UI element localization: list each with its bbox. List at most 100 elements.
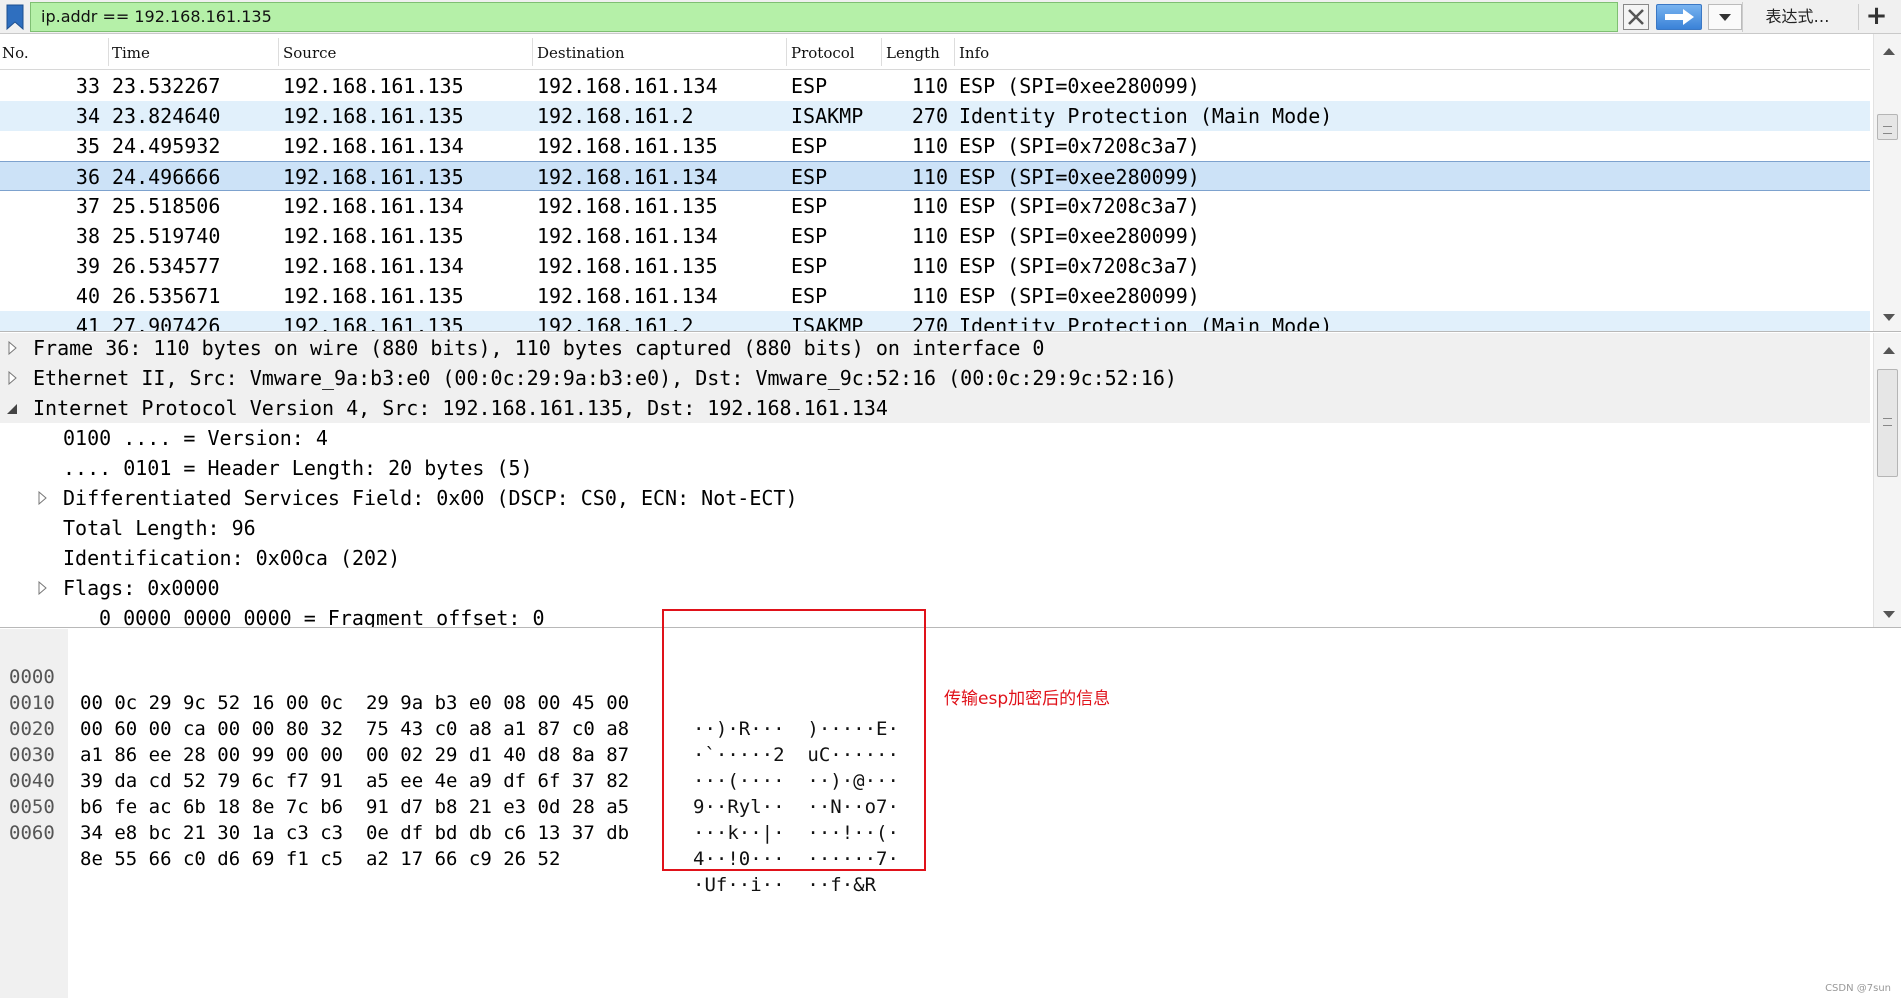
packet-row[interactable]: 38 25.519740 192.168.161.135 192.168.161…: [0, 221, 1870, 251]
ascii-bytes[interactable]: ·Uf··i·· ··f·&R: [693, 872, 876, 898]
scrollbar-thumb[interactable]: [1877, 114, 1898, 140]
packet-no: 41: [75, 314, 100, 332]
hex-bytes[interactable]: 00 0c 29 9c 52 16 00 0c 29 9a b3 e0 08 0…: [80, 690, 629, 716]
collapse-arrow-icon[interactable]: [6, 403, 17, 417]
annotation-highlight-box: [662, 609, 926, 871]
bytes-row[interactable]: 0020 a1 86 ee 28 00 99 00 00 00 02 29 d1…: [0, 690, 899, 792]
bytes-row[interactable]: 0060 8e 55 66 c0 d6 69 f1 c5 a2 17 66 c9…: [0, 794, 876, 896]
add-filter-button[interactable]: +: [1858, 3, 1894, 30]
packet-no: 39: [75, 254, 100, 278]
packet-row[interactable]: 35 24.495932 192.168.161.134 192.168.161…: [0, 131, 1870, 161]
packet-no: 37: [75, 194, 100, 218]
bytes-row[interactable]: 0010 00 60 00 ca 00 00 80 32 75 43 c0 a8…: [0, 664, 899, 766]
column-header-length[interactable]: Length: [886, 44, 940, 62]
detail-row-dsfield[interactable]: Differentiated Services Field: 0x00 (DSC…: [0, 483, 1870, 513]
column-header-source[interactable]: Source: [283, 44, 336, 62]
packet-source: 192.168.161.134: [283, 194, 464, 218]
packet-length: 270: [911, 314, 948, 332]
packet-source: 192.168.161.134: [283, 254, 464, 278]
packet-destination: 192.168.161.135: [537, 194, 718, 218]
expand-arrow-icon[interactable]: [38, 581, 48, 595]
column-divider[interactable]: [954, 38, 955, 66]
details-scrollbar[interactable]: [1873, 333, 1901, 627]
packet-row[interactable]: 34 23.824640 192.168.161.135 192.168.161…: [0, 101, 1870, 131]
column-header-destination[interactable]: Destination: [537, 44, 625, 62]
chevron-down-icon: [1719, 14, 1731, 21]
detail-row-frame[interactable]: Frame 36: 110 bytes on wire (880 bits), …: [0, 333, 1870, 363]
column-divider[interactable]: [786, 38, 787, 66]
packet-protocol: ESP: [791, 284, 828, 308]
detail-row-ipv4[interactable]: Internet Protocol Version 4, Src: 192.16…: [0, 393, 1870, 423]
packet-destination: 192.168.161.134: [537, 74, 718, 98]
hex-bytes[interactable]: b6 fe ac 6b 18 8e 7c b6 91 d7 b8 21 e3 0…: [80, 794, 629, 820]
packet-length: 270: [911, 104, 948, 128]
packet-list-scrollbar[interactable]: [1873, 34, 1901, 331]
detail-row-ethernet[interactable]: Ethernet II, Src: Vmware_9a:b3:e0 (00:0c…: [0, 363, 1870, 393]
packet-row[interactable]: 37 25.518506 192.168.161.134 192.168.161…: [0, 191, 1870, 221]
detail-row-total-length[interactable]: Total Length: 96: [0, 513, 1870, 543]
expand-arrow-icon[interactable]: [38, 491, 48, 505]
hex-bytes[interactable]: a1 86 ee 28 00 99 00 00 00 02 29 d1 40 d…: [80, 742, 629, 768]
column-divider[interactable]: [881, 38, 882, 66]
packet-row[interactable]: 40 26.535671 192.168.161.135 192.168.161…: [0, 281, 1870, 311]
recent-filters-dropdown[interactable]: [1708, 4, 1742, 30]
packet-info: ESP (SPI=0x7208c3a7): [959, 254, 1200, 278]
clear-filter-button[interactable]: [1623, 4, 1649, 30]
column-divider[interactable]: [278, 38, 279, 66]
packet-time: 25.519740: [112, 224, 221, 248]
scroll-up-icon[interactable]: [1883, 347, 1895, 354]
packet-length: 110: [911, 194, 948, 218]
detail-text: Total Length: 96: [63, 516, 256, 540]
packet-protocol: ESP: [791, 134, 828, 158]
packet-row[interactable]: 39 26.534577 192.168.161.134 192.168.161…: [0, 251, 1870, 281]
packet-row[interactable]: 33 23.532267 192.168.161.135 192.168.161…: [0, 71, 1870, 101]
watermark: CSDN @7sun: [1825, 983, 1891, 994]
packet-destination: 192.168.161.134: [537, 224, 718, 248]
column-divider[interactable]: [108, 38, 109, 66]
column-header-no[interactable]: No.: [2, 44, 29, 62]
packet-row-selected[interactable]: 36 24.496666 192.168.161.135 192.168.161…: [0, 161, 1870, 191]
detail-row-flags[interactable]: Flags: 0x0000: [0, 573, 1870, 603]
packet-destination: 192.168.161.2: [537, 104, 694, 128]
detail-row-identification[interactable]: Identification: 0x00ca (202): [0, 543, 1870, 573]
packet-time: 25.518506: [112, 194, 221, 218]
packet-time: 23.824640: [112, 104, 221, 128]
hex-bytes[interactable]: 00 60 00 ca 00 00 80 32 75 43 c0 a8 a1 8…: [80, 716, 629, 742]
packet-info: Identity Protection (Main Mode): [959, 314, 1333, 332]
hex-bytes[interactable]: 39 da cd 52 79 6c f7 91 a5 ee 4e a9 df 6…: [80, 768, 629, 794]
bytes-row[interactable]: 0000 00 0c 29 9c 52 16 00 0c 29 9a b3 e0…: [0, 638, 899, 740]
column-divider[interactable]: [532, 38, 533, 66]
expand-arrow-icon[interactable]: [8, 371, 18, 385]
detail-row-version[interactable]: 0100 .... = Version: 4: [0, 423, 1870, 453]
scroll-down-icon[interactable]: [1883, 314, 1895, 321]
expand-arrow-icon[interactable]: [8, 341, 18, 355]
apply-filter-button[interactable]: [1656, 4, 1702, 30]
bookmark-icon[interactable]: [4, 4, 26, 31]
packet-no: 34: [75, 104, 100, 128]
bytes-row[interactable]: 0050 34 e8 bc 21 30 1a c3 c3 0e df bd db…: [0, 768, 899, 870]
detail-text: Frame 36: 110 bytes on wire (880 bits), …: [33, 336, 1045, 360]
expression-button[interactable]: 表达式…: [1742, 2, 1852, 32]
hex-bytes[interactable]: 34 e8 bc 21 30 1a c3 c3 0e df bd db c6 1…: [80, 820, 629, 846]
column-header-info[interactable]: Info: [959, 44, 989, 62]
scrollbar-thumb[interactable]: [1877, 369, 1898, 477]
scroll-up-icon[interactable]: [1883, 48, 1895, 55]
detail-row-header-length[interactable]: .... 0101 = Header Length: 20 bytes (5): [0, 453, 1870, 483]
column-header-protocol[interactable]: Protocol: [791, 44, 855, 62]
hex-bytes[interactable]: 8e 55 66 c0 d6 69 f1 c5 a2 17 66 c9 26 5…: [80, 846, 560, 872]
packet-row[interactable]: 41 27.907426 192.168.161.135 192.168.161…: [0, 311, 1870, 332]
column-header-time[interactable]: Time: [112, 44, 150, 62]
packet-time: 26.535671: [112, 284, 221, 308]
packet-protocol: ESP: [791, 224, 828, 248]
display-filter-input[interactable]: ip.addr == 192.168.161.135: [30, 2, 1618, 32]
bytes-row[interactable]: 0040 b6 fe ac 6b 18 8e 7c b6 91 d7 b8 21…: [0, 742, 899, 844]
bytes-row[interactable]: 0030 39 da cd 52 79 6c f7 91 a5 ee 4e a9…: [0, 716, 899, 818]
annotation-text: 传输esp加密后的信息: [944, 689, 1111, 709]
packet-source: 192.168.161.135: [283, 165, 464, 189]
scroll-down-icon[interactable]: [1883, 611, 1895, 618]
packet-time: 26.534577: [112, 254, 221, 278]
packet-protocol: ISAKMP: [791, 104, 864, 128]
detail-row-fragment-offset[interactable]: 0 0000 0000 0000 = Fragment offset: 0: [0, 603, 1870, 627]
packet-info: ESP (SPI=0x7208c3a7): [959, 134, 1200, 158]
byte-offset: 0060: [9, 822, 55, 844]
